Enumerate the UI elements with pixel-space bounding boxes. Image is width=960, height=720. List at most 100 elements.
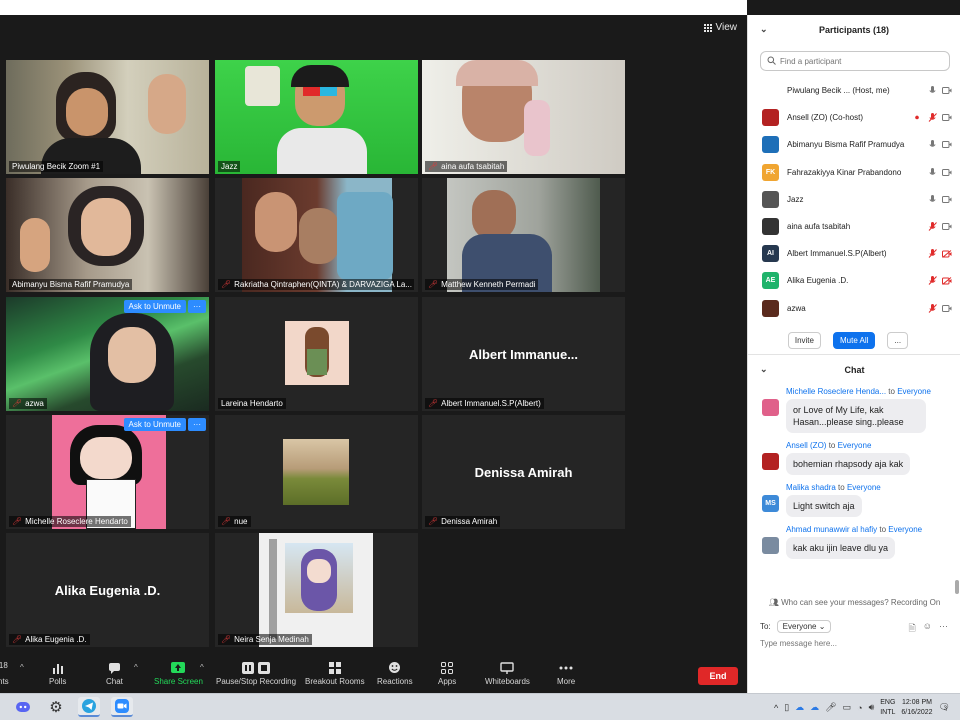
chat-message-input[interactable] <box>760 639 950 648</box>
cloud-icon[interactable]: ☁ <box>810 702 819 713</box>
notifications-icon[interactable]: 🗨︎ 3 <box>939 702 950 713</box>
anime-face <box>307 559 331 583</box>
more-button[interactable]: More <box>557 661 575 686</box>
participant-row[interactable]: AI Albert Immanuel.S.P(Albert) <box>748 240 960 267</box>
video-tile[interactable]: 🎤︎ aina aufa tsabitah <box>422 60 625 174</box>
video-off-icon[interactable] <box>942 276 952 285</box>
ask-to-unmute[interactable]: Ask to Unmute ··· <box>123 418 206 431</box>
reactions-button[interactable]: Reactions <box>377 661 413 686</box>
participant-row[interactable]: AE Alika Eugenia .D. <box>748 267 960 294</box>
chat-visibility-note[interactable]: 👥︎ Who can see your messages? Recording … <box>748 598 960 607</box>
chat-recipient[interactable]: Everyone <box>888 525 922 534</box>
video-camera-icon[interactable] <box>942 222 952 231</box>
participant-row[interactable]: azwa <box>748 295 960 322</box>
chat-recipient[interactable]: Everyone <box>838 441 872 450</box>
video-tile[interactable]: Jazz <box>215 60 418 174</box>
video-camera-icon[interactable] <box>942 195 952 204</box>
video-tile[interactable]: 🎤︎ Matthew Kenneth Permadi <box>422 178 625 292</box>
chat-sender[interactable]: Ahmad munawwir al hafiy <box>786 525 877 534</box>
volume-icon[interactable]: 🔊︎ <box>869 702 875 713</box>
muted-microphone-icon[interactable] <box>927 113 937 123</box>
recipient-dropdown[interactable]: Everyone ⌄ <box>776 620 832 633</box>
microphone-icon[interactable] <box>927 86 937 95</box>
video-tile[interactable]: Albert Immanue... 🎤︎ Albert Immanuel.S.P(… <box>422 297 625 411</box>
apps-button[interactable]: Apps <box>438 661 456 686</box>
participant-row[interactable]: aina aufa tsabitah <box>748 213 960 240</box>
chat-sender[interactable]: Malika shadra <box>786 483 836 492</box>
video-tile[interactable]: 🎤︎ nue <box>215 415 418 529</box>
mute-all-button[interactable]: Mute All <box>832 331 876 349</box>
participant-row[interactable]: Abimanyu Bisma Rafif Pramudya <box>748 131 960 158</box>
video-tile[interactable]: Piwulang Becik Zoom #1 <box>6 60 209 174</box>
muted-microphone-icon[interactable] <box>927 222 937 231</box>
video-tile[interactable]: 🎤︎ Rakriatha Qintraphen(QINTA) & DARVAZIG… <box>215 178 418 292</box>
tile-more-button[interactable]: ··· <box>188 418 206 431</box>
video-tile[interactable]: Alika Eugenia .D. 🎤︎ Alika Eugenia .D. <box>6 533 209 647</box>
video-camera-icon[interactable] <box>942 140 952 149</box>
ask-to-unmute-button[interactable]: Ask to Unmute <box>123 300 186 313</box>
video-tile[interactable]: Ask to Unmute ··· 🎤︎ azwa <box>6 297 209 411</box>
polls-button[interactable]: Polls <box>49 661 66 686</box>
discord-app[interactable] <box>12 697 34 717</box>
clock[interactable]: 12:08 PM 6/16/2022 <box>901 698 932 718</box>
collapse-chat-chevron-icon[interactable]: ⌄ <box>760 364 768 375</box>
video-tile[interactable]: 🎤︎ Neira Senja Medinah <box>215 533 418 647</box>
video-tile[interactable]: Abimanyu Bisma Rafif Pramudya <box>6 178 209 292</box>
participant-row[interactable]: Piwulang Becik ... (Host, me) <box>748 77 960 104</box>
microphone-icon[interactable] <box>927 194 937 204</box>
chat-recipient[interactable]: Everyone <box>847 483 881 492</box>
ask-to-unmute-button[interactable]: Ask to Unmute <box>123 418 186 431</box>
participant-row[interactable]: Jazz <box>748 186 960 213</box>
video-tile[interactable]: Lareina Hendarto <box>215 297 418 411</box>
participants-button[interactable]: 18 nts <box>0 661 9 686</box>
app-tray-icon[interactable]: ▯ <box>784 702 789 713</box>
microphone-icon[interactable] <box>927 167 937 177</box>
show-hidden-icons-chevron-icon[interactable]: ^ <box>774 703 778 713</box>
zoom-app[interactable] <box>111 697 133 717</box>
participant-search[interactable] <box>760 51 950 71</box>
microphone-icon[interactable] <box>927 140 937 149</box>
chat-scrollbar[interactable] <box>955 580 959 594</box>
muted-microphone-icon[interactable] <box>927 303 937 313</box>
chat-recipient[interactable]: Everyone <box>897 387 931 396</box>
recording-button[interactable]: Pause/Stop Recording <box>216 661 296 686</box>
breakout-rooms-button[interactable]: Breakout Rooms <box>305 661 365 686</box>
muted-microphone-icon[interactable] <box>927 249 937 259</box>
participant-row[interactable]: Ansell (ZO) (Co-host) ⏺ <box>748 104 960 131</box>
microphone-icon[interactable]: 🎤︎ <box>825 702 836 713</box>
video-camera-icon[interactable] <box>942 86 952 95</box>
wifi-icon[interactable]: ◔ <box>857 703 862 713</box>
participants-caret-icon[interactable]: ^ <box>20 663 24 672</box>
tile-more-button[interactable]: ··· <box>188 300 206 313</box>
onedrive-icon[interactable]: ☁ <box>795 702 804 713</box>
participant-search-input[interactable] <box>780 56 949 66</box>
settings-app[interactable]: ⚙ <box>45 697 67 717</box>
whiteboards-button[interactable]: Whiteboards <box>485 661 530 686</box>
video-camera-icon[interactable] <box>942 168 952 177</box>
invite-button[interactable]: Invite <box>787 331 821 349</box>
view-button[interactable]: View <box>703 22 737 33</box>
chat-button[interactable]: Chat <box>106 661 123 686</box>
ask-to-unmute[interactable]: Ask to Unmute ··· <box>123 300 206 313</box>
participant-row[interactable]: FK Fahrazakiyya Kinar Prabandono <box>748 159 960 186</box>
share-screen-button[interactable]: Share Screen <box>154 661 203 686</box>
file-icon[interactable]: 🗎 <box>909 621 916 637</box>
chat-caret-icon[interactable]: ^ <box>134 663 138 672</box>
chat-sender[interactable]: Ansell (ZO) <box>786 441 826 450</box>
share-caret-icon[interactable]: ^ <box>200 663 204 672</box>
participants-more-button[interactable]: ... <box>887 331 909 349</box>
video-tile[interactable]: Ask to Unmute ··· 🎤︎ Michelle Roseclere He… <box>6 415 209 529</box>
language-indicator[interactable]: ENG INTL <box>880 698 895 718</box>
video-off-icon[interactable] <box>942 249 952 258</box>
telegram-app[interactable] <box>78 697 100 717</box>
chat-sender[interactable]: Michelle Roseclere Henda... <box>786 387 886 396</box>
emoji-icon[interactable]: ☺ <box>923 621 932 637</box>
battery-icon[interactable]: ▭ <box>843 702 852 713</box>
video-tile[interactable]: Denissa Amirah 🎤︎ Denissa Amirah <box>422 415 625 529</box>
collapse-participants-chevron-icon[interactable]: ⌄ <box>760 24 768 35</box>
end-meeting-button[interactable]: End <box>698 667 738 685</box>
muted-microphone-icon[interactable] <box>927 276 937 286</box>
video-camera-icon[interactable] <box>942 113 952 122</box>
chat-more-icon[interactable]: ··· <box>939 621 948 637</box>
video-camera-icon[interactable] <box>942 304 952 313</box>
